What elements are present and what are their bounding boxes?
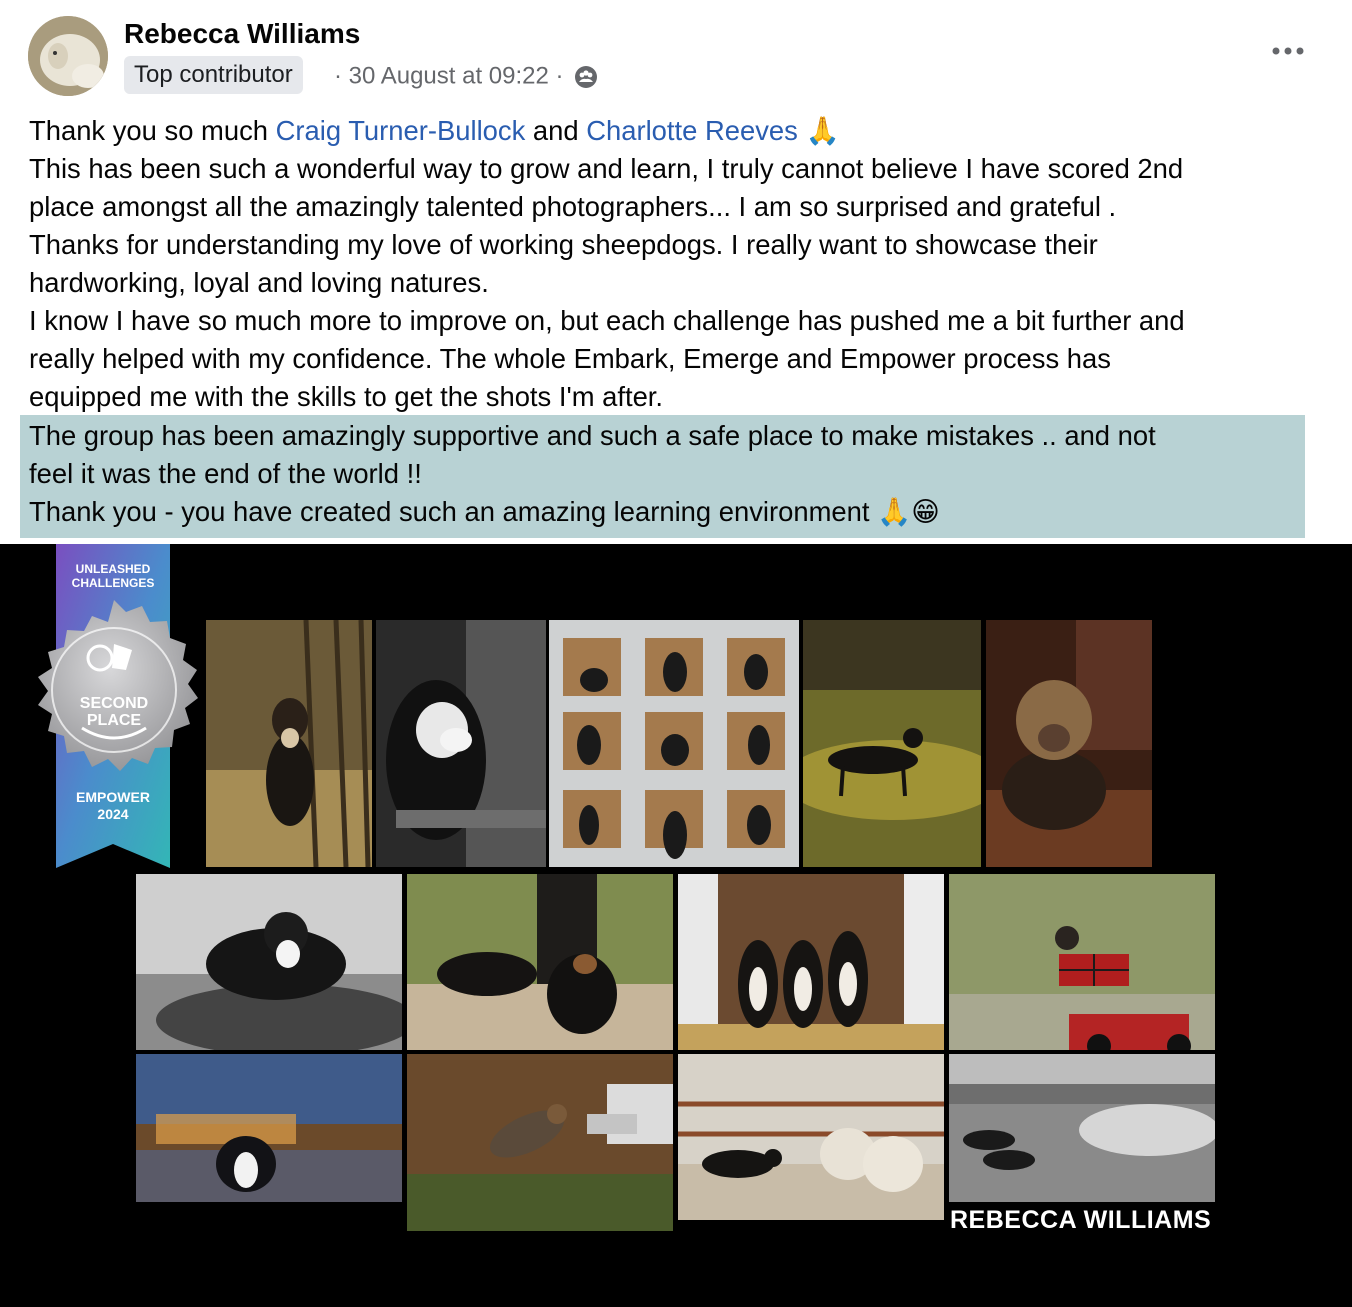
post-meta: · 30 August at 09:22 ·	[334, 62, 598, 91]
post-line: really helped with my confidence. The wh…	[29, 343, 1111, 374]
avatar[interactable]	[28, 16, 108, 96]
photo-dogs-in-boxes[interactable]	[549, 620, 799, 867]
ribbon-label: EMPOWER	[76, 789, 150, 805]
photo-dogs-with-handler[interactable]	[407, 874, 673, 1050]
post-line: Thank you so much Craig Turner-Bullock a…	[29, 112, 1329, 150]
ribbon-bottom-text: EMPOWER 2024	[56, 789, 170, 823]
photo-three-dogs-doorway[interactable]	[678, 874, 944, 1050]
post-line: feel it was the end of the world !!	[29, 458, 422, 489]
post-header: Rebecca Williams Top contributor · 30 Au…	[0, 0, 1352, 110]
second-place-medal	[38, 600, 198, 771]
photo-dogs-herding-bw[interactable]	[949, 1054, 1215, 1202]
mention-charlotte[interactable]: Charlotte Reeves	[586, 115, 798, 146]
separator: ·	[555, 62, 564, 90]
separator: ·	[334, 62, 342, 90]
ribbon-label: UNLEASHED	[75, 562, 151, 576]
post-timestamp[interactable]: 30 August at 09:22	[349, 63, 549, 90]
highlighted-text: The group has been amazingly supportive …	[29, 417, 1156, 531]
ribbon-label: 2024	[97, 806, 129, 822]
photo-dog-fence[interactable]	[206, 620, 372, 867]
photographer-credit: REBECCA WILLIAMS	[950, 1206, 1212, 1234]
author-name[interactable]: Rebecca Williams	[124, 18, 360, 50]
post-line: equipped me with the skills to get the s…	[29, 381, 664, 412]
photo-dog-jumping-ute[interactable]	[407, 1054, 673, 1231]
text: and	[525, 115, 587, 146]
medal-text: SECOND PLACE	[22, 695, 206, 729]
post-line: hardworking, loyal and loving natures.	[29, 267, 489, 298]
pray-emoji: 🙏	[805, 115, 840, 146]
photo-collage[interactable]: UNLEASHED CHALLENGES SECOND PLACE EMPOWE…	[0, 544, 1352, 1307]
post-line: Thanks for understanding my love of work…	[29, 229, 1098, 260]
photo-dog-on-quad[interactable]	[949, 874, 1215, 1050]
top-contributor-badge[interactable]: Top contributor	[124, 56, 303, 94]
photo-dog-gate-bw[interactable]	[376, 620, 546, 867]
photo-dog-with-sheep[interactable]	[678, 1054, 944, 1220]
mention-craig[interactable]: Craig Turner-Bullock	[276, 115, 526, 146]
post-line: place amongst all the amazingly talented…	[29, 191, 1117, 222]
pray-emoji: 🙏	[877, 496, 912, 527]
grin-emoji: 😁	[911, 496, 940, 527]
photo-dog-field-sunset[interactable]	[803, 620, 981, 867]
medal-label: SECOND	[79, 695, 149, 712]
ribbon-top-text: UNLEASHED CHALLENGES	[56, 562, 170, 590]
text: Thank you so much	[29, 115, 276, 146]
post-line: The group has been amazingly supportive …	[29, 420, 1156, 451]
text: Thank you - you have created such an ama…	[29, 496, 878, 527]
post-body: Thank you so much Craig Turner-Bullock a…	[29, 112, 1329, 416]
photo-scruffy-dog[interactable]	[986, 620, 1152, 867]
ribbon-label: CHALLENGES	[71, 576, 155, 590]
post-line: I know I have so much more to improve on…	[29, 305, 1185, 336]
medal-label: PLACE	[86, 712, 142, 729]
more-options-icon[interactable]	[1268, 36, 1308, 66]
photo-dog-on-rock-bw[interactable]	[136, 874, 402, 1050]
post-line: This has been such a wonderful way to gr…	[29, 153, 1184, 184]
post-line: Thank you - you have created such an ama…	[29, 493, 1156, 531]
photo-dog-at-dusk[interactable]	[136, 1054, 402, 1202]
group-icon	[575, 65, 598, 88]
